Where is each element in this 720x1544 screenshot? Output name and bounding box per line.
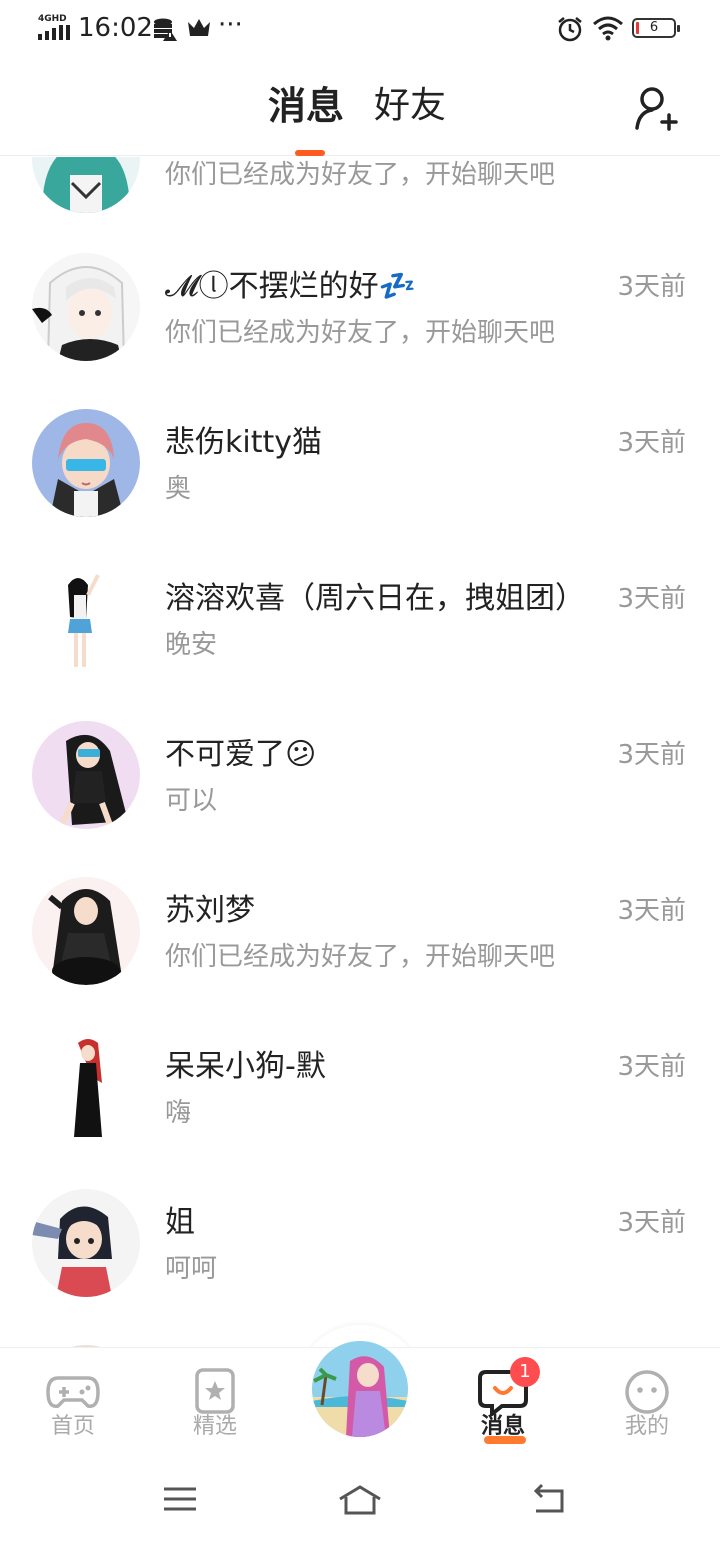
message-row[interactable]: 你们已经成为好友了，开始聊天吧 bbox=[0, 157, 720, 213]
avatar[interactable] bbox=[32, 565, 140, 673]
nav-label: 我的 bbox=[624, 1414, 669, 1439]
nav-featured[interactable]: 精选 bbox=[160, 1348, 270, 1458]
battery-level: 6 bbox=[649, 20, 659, 35]
message-preview: 奥 bbox=[165, 474, 192, 504]
avatar[interactable] bbox=[32, 877, 140, 985]
message-time: 3天前 bbox=[613, 737, 686, 773]
contact-name: 姐 bbox=[165, 1205, 195, 1240]
status-bar: 4GHD 16:02 ··· 6 bbox=[0, 0, 720, 56]
unread-badge: 1 bbox=[510, 1357, 540, 1387]
gamepad-icon bbox=[46, 1376, 100, 1408]
face-icon bbox=[625, 1370, 669, 1414]
avatar[interactable] bbox=[32, 409, 140, 517]
message-preview: 呵呵 bbox=[165, 1254, 218, 1284]
active-nav-indicator bbox=[484, 1436, 526, 1444]
avatar[interactable] bbox=[32, 1189, 140, 1297]
signal-icon: 4GHD bbox=[38, 14, 72, 40]
message-time: 3天前 bbox=[613, 581, 686, 617]
message-row[interactable]: 不可爱了😕 可以 3天前 bbox=[0, 701, 720, 857]
message-preview: 可以 bbox=[165, 786, 218, 816]
menu-icon[interactable] bbox=[160, 1481, 200, 1517]
message-time: 3天前 bbox=[613, 425, 686, 461]
message-row[interactable]: 呆呆小狗-默 嗨 3天前 bbox=[0, 1013, 720, 1169]
message-time: 3天前 bbox=[613, 269, 686, 305]
message-preview: 嗨 bbox=[165, 1098, 192, 1128]
message-preview: 你们已经成为好友了，开始聊天吧 bbox=[165, 942, 556, 972]
network-type: 4GHD bbox=[38, 14, 67, 24]
contact-name: 𝓜ⓛ不摆烂的好💤 bbox=[165, 269, 416, 304]
home-icon[interactable] bbox=[336, 1481, 384, 1517]
contact-name: 溶溶欢喜（周六日在，拽姐团） bbox=[165, 581, 585, 616]
nav-home[interactable]: 首页 bbox=[18, 1348, 128, 1458]
more-icon: ··· bbox=[218, 10, 243, 40]
crown-icon bbox=[188, 19, 210, 36]
nav-profile[interactable]: 我的 bbox=[592, 1348, 702, 1458]
message-time: 3天前 bbox=[613, 1205, 686, 1241]
wifi-icon bbox=[593, 16, 623, 41]
avatar[interactable] bbox=[32, 721, 140, 829]
data-icon bbox=[154, 18, 177, 41]
contact-name: 不可爱了😕 bbox=[165, 737, 317, 772]
nav-label: 精选 bbox=[192, 1414, 237, 1439]
nav-label: 首页 bbox=[50, 1414, 95, 1439]
message-time: 3天前 bbox=[613, 1049, 686, 1085]
avatar[interactable] bbox=[32, 1033, 140, 1141]
message-row[interactable]: 溶溶欢喜（周六日在，拽姐团） 晚安 3天前 bbox=[0, 545, 720, 701]
tab-messages[interactable]: 消息 bbox=[268, 82, 344, 130]
message-preview: 晚安 bbox=[165, 630, 218, 660]
contact-name: 悲伤kitty猫 bbox=[165, 425, 322, 460]
back-icon[interactable] bbox=[528, 1481, 568, 1517]
system-nav-bar bbox=[0, 1457, 720, 1544]
nav-center-avatar-button[interactable] bbox=[312, 1341, 408, 1437]
tab-friends[interactable]: 好友 bbox=[374, 82, 446, 130]
message-row[interactable]: 悲伤kitty猫 奥 3天前 bbox=[0, 389, 720, 545]
add-friend-icon[interactable] bbox=[632, 84, 680, 132]
contact-name: 呆呆小狗-默 bbox=[165, 1049, 326, 1084]
message-preview: 你们已经成为好友了，开始聊天吧 bbox=[165, 318, 556, 348]
message-list: 你们已经成为好友了，开始聊天吧 𝓜ⓛ不摆烂的好💤 你们已经成为好友了，开始聊天吧… bbox=[0, 157, 720, 1347]
top-header: 消息 好友 bbox=[0, 56, 720, 156]
message-time: 3天前 bbox=[613, 893, 686, 929]
star-bookmark-icon bbox=[195, 1368, 235, 1414]
message-row[interactable]: 姐 呵呵 3天前 bbox=[0, 1169, 720, 1325]
contact-name: 苏刘梦 bbox=[165, 893, 255, 928]
alarm-icon bbox=[558, 17, 582, 42]
avatar[interactable] bbox=[32, 157, 140, 213]
message-row[interactable]: 𝓜ⓛ不摆烂的好💤 你们已经成为好友了，开始聊天吧 3天前 bbox=[0, 233, 720, 389]
message-preview: 你们已经成为好友了，开始聊天吧 bbox=[165, 160, 556, 190]
active-tab-indicator bbox=[295, 150, 325, 156]
character-avatar bbox=[312, 1341, 408, 1437]
battery-icon: 6 bbox=[632, 18, 680, 38]
message-row[interactable]: 苏刘梦 你们已经成为好友了，开始聊天吧 3天前 bbox=[0, 857, 720, 1013]
avatar[interactable] bbox=[32, 253, 140, 361]
status-time: 16:02 bbox=[78, 13, 153, 43]
